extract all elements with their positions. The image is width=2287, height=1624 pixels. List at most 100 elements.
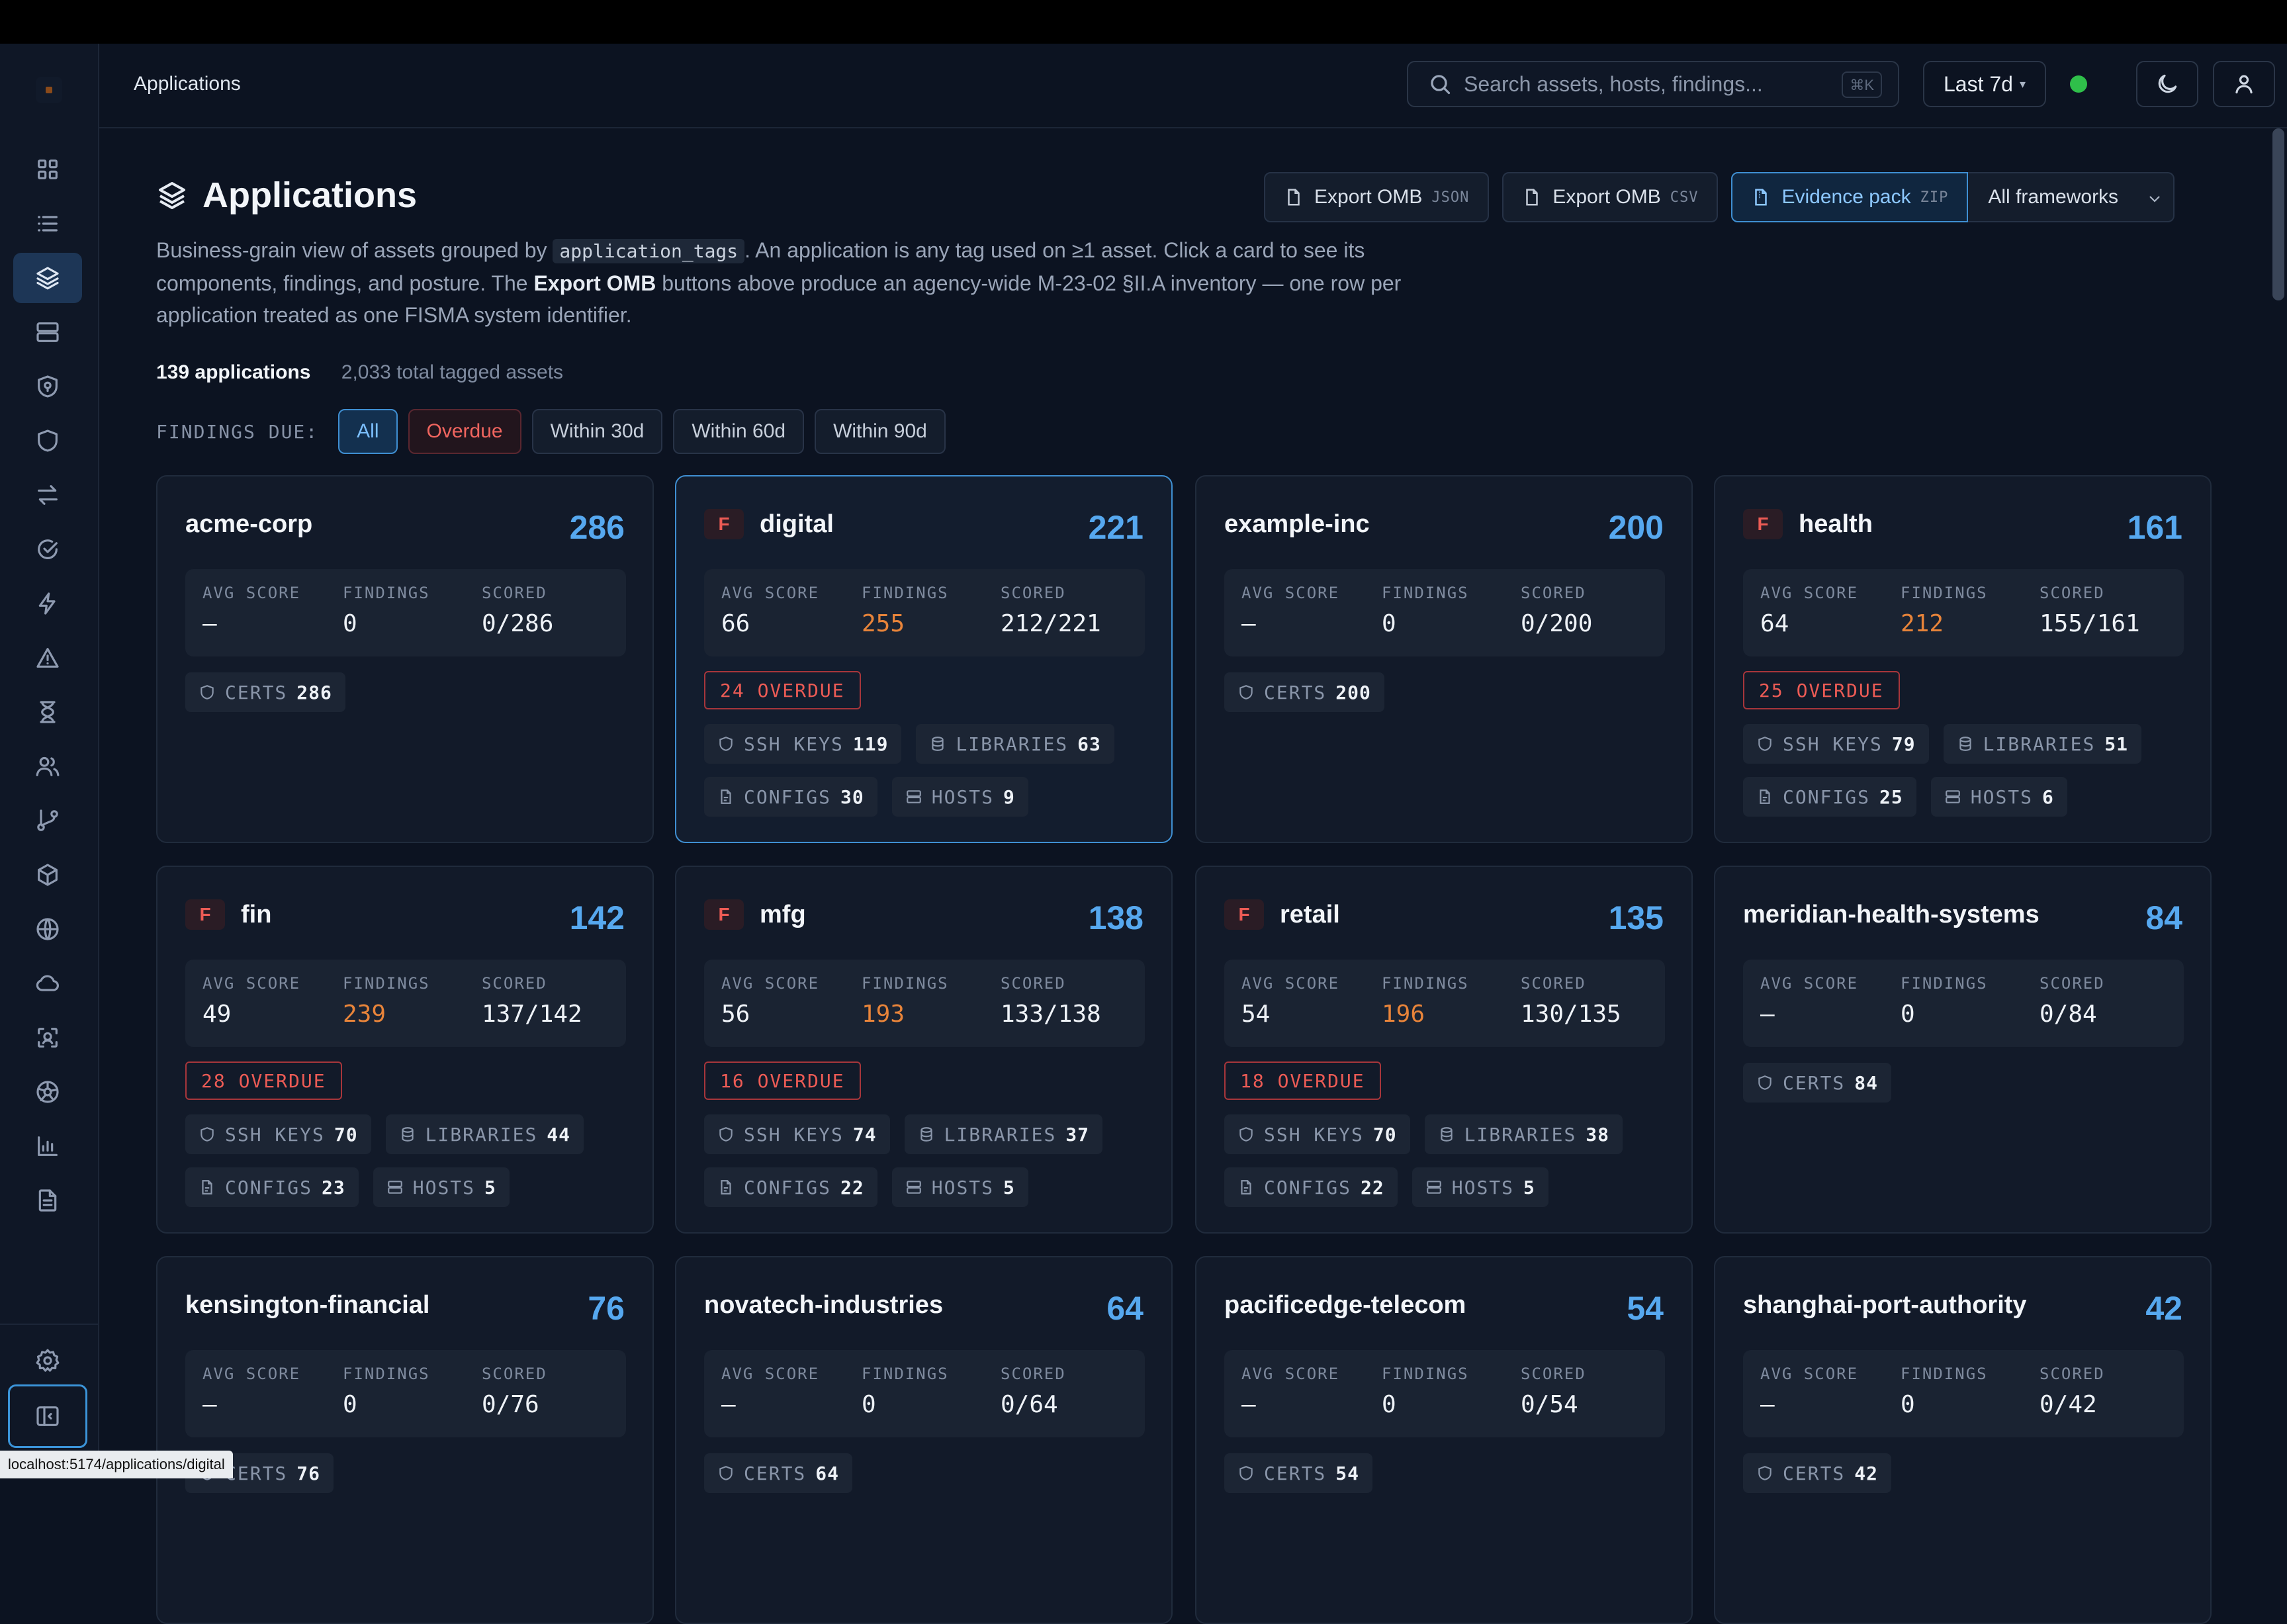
search-input[interactable]: Search assets, hosts, findings... ⌘K [1407,61,1899,107]
application-card[interactable]: meridian-health-systems 84 AVG SCORE — FINDI… [1714,866,2212,1234]
nav-integrations[interactable] [13,1067,82,1117]
main-content: Applications Export OMB JSON Export OMB … [99,128,2263,1624]
sidebar [0,44,99,1478]
filter-60d[interactable]: Within 60d [673,409,805,454]
component-tag[interactable]: SSH KEYS 79 [1743,724,1929,764]
overdue-badge[interactable]: 28 OVERDUE [185,1061,342,1100]
component-tag[interactable]: CERTS 286 [185,672,345,712]
export-omb-json-button[interactable]: Export OMB JSON [1264,172,1490,222]
component-tag[interactable]: HOSTS 6 [1930,777,2067,817]
card-header: Ffin 142 [185,897,625,936]
nav-remediation[interactable] [13,524,82,574]
server-icon [906,790,921,803]
nav-migrations[interactable] [13,470,82,520]
stat-scored: SCORED 137/142 [482,974,582,1028]
component-tag[interactable]: CONFIGS 22 [704,1167,877,1207]
summary-counts: 139 applications 2,033 total tagged asse… [156,361,563,384]
application-card[interactable]: Fdigital 221 AVG SCORE 66 FINDINGS 255 SCORED 2… [675,475,1173,843]
card-header: example-inc 200 [1224,507,1664,546]
stat-scored: SCORED 0/42 [2040,1365,2105,1418]
nav-compliance[interactable] [13,361,82,412]
component-tag[interactable]: LIBRARIES 63 [916,724,1114,764]
evidence-pack-button[interactable]: Evidence pack ZIP [1731,172,1969,222]
caret-down-icon: ▾ [2019,77,2026,91]
overdue-badge[interactable]: 16 OVERDUE [704,1061,861,1100]
filter-all[interactable]: All [338,409,398,454]
nav-owners[interactable] [13,741,82,791]
framework-select[interactable]: All frameworks [1968,172,2175,222]
nav-settings[interactable] [13,1335,82,1386]
component-tag[interactable]: CERTS 200 [1224,672,1384,712]
application-card[interactable]: example-inc 200 AVG SCORE — FINDINGS 0 SCORED 0… [1195,475,1693,843]
nav-hosts[interactable] [13,307,82,357]
overdue-badge[interactable]: 18 OVERDUE [1224,1061,1381,1100]
component-tag[interactable]: LIBRARIES 38 [1424,1114,1623,1154]
file-text-icon [38,1189,57,1212]
application-card[interactable]: kensington-financial 76 AVG SCORE — FINDINGS… [156,1256,654,1624]
component-tag[interactable]: LIBRARIES 51 [1943,724,2142,764]
overdue-badge[interactable]: 25 OVERDUE [1743,671,1900,709]
application-card[interactable]: Ffin 142 AVG SCORE 49 FINDINGS 239 SCORED 137/1… [156,866,654,1234]
user-menu-button[interactable] [2213,61,2275,107]
component-tag[interactable]: HOSTS 5 [1412,1167,1548,1207]
application-card[interactable]: novatech-industries 64 AVG SCORE — FINDINGS 0… [675,1256,1173,1624]
component-tag[interactable]: SSH KEYS 70 [1224,1114,1410,1154]
app-logo[interactable] [36,77,62,103]
theme-toggle-button[interactable] [2136,61,2198,107]
nav-certificates[interactable] [13,416,82,466]
nav-applications[interactable] [13,253,82,303]
stat-findings: FINDINGS 255 [862,584,949,637]
nav-packages[interactable] [13,850,82,900]
component-tag[interactable]: SSH KEYS 74 [704,1114,890,1154]
tag-label: SSH KEYS [744,1123,844,1146]
application-card[interactable]: Fretail 135 AVG SCORE 54 FINDINGS 196 SCORED 13… [1195,866,1693,1234]
nav-network[interactable] [13,904,82,954]
time-range-select[interactable]: Last 7d ▾ [1923,61,2046,107]
score-stats: AVG SCORE 64 FINDINGS 212 SCORED 155/161 [1743,569,2184,656]
overdue-badge[interactable]: 24 OVERDUE [704,671,861,709]
application-name: kensington-financial [185,1290,430,1319]
nav-events[interactable] [13,578,82,629]
application-card[interactable]: shanghai-port-authority 42 AVG SCORE — FINDI… [1714,1256,2212,1624]
component-tag[interactable]: LIBRARIES 37 [904,1114,1103,1154]
tag-count: 42 [1854,1462,1879,1484]
export-omb-csv-button[interactable]: Export OMB CSV [1502,172,1719,222]
component-tag[interactable]: CONFIGS 23 [185,1167,359,1207]
component-tag[interactable]: SSH KEYS 70 [185,1114,371,1154]
component-tag[interactable]: CERTS 42 [1743,1453,1892,1493]
nav-dashboard[interactable] [13,144,82,195]
nav-cloud[interactable] [13,958,82,1009]
application-card[interactable]: Fmfg 138 AVG SCORE 56 FINDINGS 193 SCORED 133/1… [675,866,1173,1234]
filter-90d[interactable]: Within 90d [815,409,946,454]
search-placeholder: Search assets, hosts, findings... [1464,71,1763,96]
component-tag[interactable]: CONFIGS 25 [1743,777,1916,817]
nav-scans[interactable] [13,1013,82,1063]
nav-inventory[interactable] [13,199,82,249]
component-tag[interactable]: CERTS 64 [704,1453,853,1493]
nav-findings[interactable] [13,633,82,683]
application-card[interactable]: pacificedge-telecom 54 AVG SCORE — FINDINGS 0… [1195,1256,1693,1624]
application-card[interactable]: Fhealth 161 AVG SCORE 64 FINDINGS 212 SCORED 15… [1714,475,2212,843]
nav-expiry[interactable] [13,687,82,737]
score-stats: AVG SCORE — FINDINGS 0 SCORED 0/200 [1224,569,1665,656]
filter-30d[interactable]: Within 30d [531,409,663,454]
sidebar-toggle-button[interactable] [8,1384,87,1448]
component-tag[interactable]: HOSTS 5 [373,1167,510,1207]
component-tag[interactable]: LIBRARIES 44 [385,1114,584,1154]
nav-repos[interactable] [13,795,82,846]
application-card[interactable]: acme-corp 286 AVG SCORE — FINDINGS 0 SCORED 0/2… [156,475,654,843]
component-tag[interactable]: HOSTS 5 [891,1167,1028,1207]
component-tag[interactable]: CONFIGS 22 [1224,1167,1398,1207]
application-name: acme-corp [185,510,313,538]
tag-label: HOSTS [412,1176,476,1198]
component-tag[interactable]: SSH KEYS 119 [704,724,902,764]
component-tag[interactable]: HOSTS 9 [891,777,1028,817]
component-tag[interactable]: CERTS 54 [1224,1453,1373,1493]
nav-documents[interactable] [13,1175,82,1226]
component-tag[interactable]: CONFIGS 30 [704,777,877,817]
scrollbar-thumb[interactable] [2272,128,2284,300]
nav-reports[interactable] [13,1121,82,1171]
filter-overdue[interactable]: Overdue [408,409,521,454]
component-tag[interactable]: CERTS 84 [1743,1063,1892,1103]
scrollbar[interactable] [2270,128,2287,1478]
